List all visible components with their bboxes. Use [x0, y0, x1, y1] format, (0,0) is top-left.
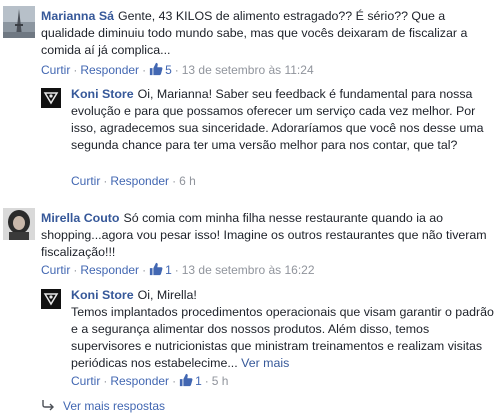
comment-body: Mirella Couto Só comia com minha filha ne…	[41, 210, 496, 261]
reply-reply-button[interactable]: Responder	[110, 174, 169, 188]
comment-author[interactable]: Mirella Couto	[41, 211, 119, 225]
reply-body: Koni Store Oi, Mirella! Temos implantados…	[71, 287, 496, 372]
thumbs-up-icon	[149, 62, 163, 76]
reply-reply-button[interactable]: Responder	[110, 374, 169, 388]
reply-actions: Curtir · Responder · 6 h	[71, 174, 196, 188]
reply-time[interactable]: 6 h	[179, 174, 196, 188]
reply-like-count[interactable]: 1	[179, 373, 202, 388]
koni-logo-icon	[41, 88, 61, 108]
reply-body: Koni Store Oi, Marianna! Saber seu feedba…	[71, 86, 496, 154]
thumbs-up-icon	[179, 373, 193, 387]
koni-logo-icon	[41, 289, 61, 309]
thumbs-up-icon	[149, 262, 163, 276]
reply-time[interactable]: 5 h	[212, 374, 229, 388]
comment-time[interactable]: 13 de setembro às 11:24	[182, 63, 314, 77]
comment-actions: Curtir · Responder · 5 · 13 de setembro às 11:…	[41, 62, 314, 77]
like-count[interactable]: 1	[149, 262, 172, 277]
reply-like-button[interactable]: Curtir	[71, 174, 100, 188]
comment-body: Marianna Sá Gente, 43 KILOS de alimento e…	[41, 8, 496, 59]
avatar-mirella[interactable]	[3, 208, 35, 240]
view-more-replies[interactable]: Ver mais respostas	[41, 398, 165, 414]
comment-time[interactable]: 13 de setembro às 16:22	[182, 263, 315, 277]
like-button[interactable]: Curtir	[41, 63, 70, 77]
avatar-marianna[interactable]	[3, 6, 35, 38]
reply-button[interactable]: Responder	[80, 263, 139, 277]
avatar-koni-store[interactable]	[41, 88, 61, 108]
reply-author[interactable]: Koni Store	[71, 288, 134, 302]
reply-button[interactable]: Responder	[80, 63, 139, 77]
reply-text-greeting: Oi, Mirella!	[137, 288, 197, 302]
see-more-link[interactable]: Ver mais	[241, 356, 289, 370]
view-more-label: Ver mais respostas	[63, 399, 166, 413]
reply-actions: Curtir · Responder · 1 · 5 h	[71, 373, 229, 388]
reply-like-button[interactable]: Curtir	[71, 374, 100, 388]
reply-author[interactable]: Koni Store	[71, 87, 134, 101]
comment-actions: Curtir · Responder · 1 · 13 de setembro às 16:…	[41, 262, 315, 277]
like-count[interactable]: 5	[149, 62, 172, 77]
avatar-koni-store[interactable]	[41, 289, 61, 309]
comment-author[interactable]: Marianna Sá	[41, 9, 114, 23]
like-button[interactable]: Curtir	[41, 263, 70, 277]
reply-arrow-icon	[42, 400, 54, 411]
